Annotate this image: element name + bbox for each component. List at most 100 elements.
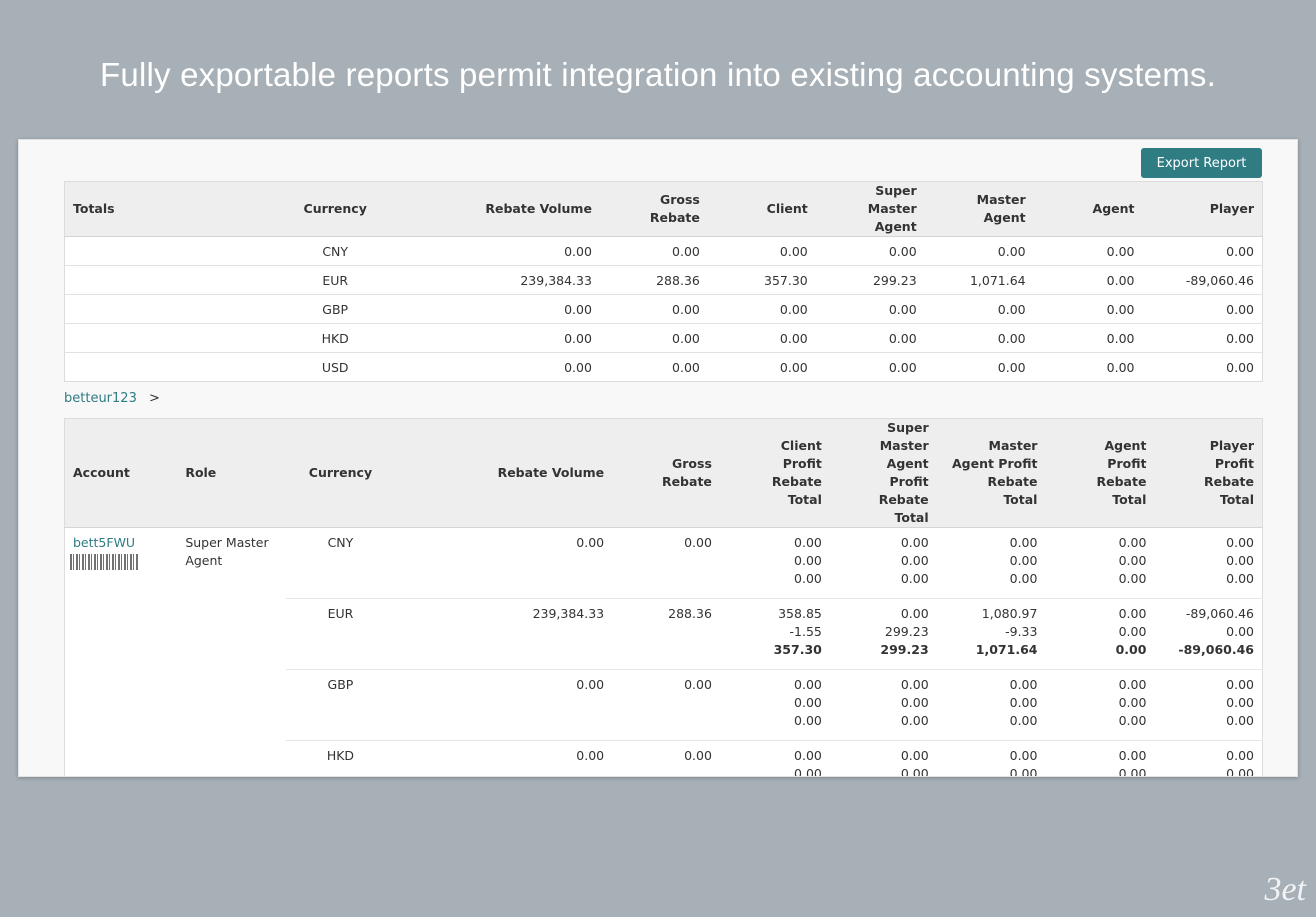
detail-cell-master-agent: 0.00 0.00 0.00 [937, 528, 1046, 599]
detail-header-player: Player Profit Rebate Total [1154, 418, 1263, 528]
totals-cell-player: 0.00 [1142, 323, 1263, 353]
detail-cell-agent: 0.00 0.00 0.00 [1045, 598, 1155, 670]
detail-cell-currency: EUR [286, 598, 395, 670]
totals-cell-master-agent: 1,071.64 [924, 265, 1034, 295]
totals-cell-agent: 0.00 [1033, 323, 1143, 353]
totals-header-row: Totals Currency Rebate Volume Gross Reba… [64, 181, 1263, 237]
detail-value-line: 0.00 [900, 677, 929, 692]
totals-cell-currency: EUR [287, 265, 384, 295]
totals-header-rebate-volume: Rebate Volume [383, 181, 600, 237]
detail-cell-currency: GBP [286, 669, 395, 741]
totals-cell-label [64, 236, 288, 266]
detail-cell-player: 0.00 0.00 [1154, 740, 1263, 776]
totals-cell-client: 357.30 [707, 265, 816, 295]
export-report-button[interactable]: Export Report [1141, 148, 1262, 178]
detail-value-line: 0.00 [794, 571, 822, 586]
detail-header-client: Client Profit Rebate Total [719, 418, 830, 528]
detail-cell-gross-rebate: 288.36 [612, 598, 720, 670]
detail-value-line: 0.00 [794, 713, 822, 728]
detail-value-line: 0.00 [794, 748, 822, 763]
totals-cell-master-agent: 0.00 [924, 294, 1034, 324]
totals-cell-currency: USD [287, 352, 384, 382]
totals-cell-label [64, 352, 288, 382]
detail-cell-rebate-volume: 239,384.33 [394, 598, 613, 670]
detail-cell-super-master-agent: 0.00 0.00 0.00 [830, 528, 937, 599]
detail-header-role: Role [177, 418, 287, 528]
detail-value-line: 0.00 [1226, 624, 1254, 639]
totals-cell-super-master-agent: 0.00 [815, 352, 925, 382]
detail-value-line: 0.00 [794, 766, 822, 777]
detail-cell-currency: HKD [286, 740, 395, 776]
detail-cell-master-agent: 1,080.97 -9.33 1,071.64 [936, 598, 1046, 670]
detail-cell-master-agent: 0.00 0.00 0.00 [936, 669, 1046, 741]
totals-cell-rebate-volume: 0.00 [383, 294, 600, 324]
page-headline: Fully exportable reports permit integrat… [100, 56, 1216, 93]
detail-cell-super-master-agent: 0.00 0.00 0.00 [829, 669, 937, 741]
totals-row: GBP 0.00 0.00 0.00 0.00 0.00 0.00 0.00 [64, 294, 1263, 324]
totals-cell-rebate-volume: 0.00 [383, 323, 600, 353]
totals-cell-gross-rebate: 0.00 [599, 294, 708, 324]
detail-cell-gross-rebate: 0.00 [612, 669, 720, 741]
detail-header-currency: Currency [286, 418, 395, 528]
totals-cell-super-master-agent: 0.00 [815, 236, 925, 266]
detail-cell-agent: 0.00 0.00 0.00 [1045, 528, 1154, 599]
totals-cell-label [64, 265, 288, 295]
detail-value-line: 1,071.64 [975, 642, 1038, 657]
detail-value-line: 0.00 [1118, 553, 1147, 568]
detail-cell-client: 358.85 -1.55 357.30 [719, 598, 830, 670]
totals-cell-rebate-volume: 0.00 [383, 352, 600, 382]
detail-value-line: 0.00 [1226, 695, 1254, 710]
totals-cell-currency: HKD [287, 323, 384, 353]
detail-value-line: 0.00 [1009, 748, 1038, 763]
detail-value-line: 0.00 [1118, 606, 1147, 621]
detail-cell-rebate-volume: 0.00 [394, 669, 613, 741]
breadcrumb-link-betteur123[interactable]: betteur123 [64, 391, 137, 406]
totals-cell-master-agent: 0.00 [924, 352, 1034, 382]
detail-value-line: 0.00 [1118, 571, 1147, 586]
report-panel: Export Report Totals Currency Rebate Vol… [18, 139, 1298, 777]
detail-cell-player: -89,060.46 0.00 -89,060.46 [1154, 598, 1263, 670]
totals-table: Totals Currency Rebate Volume Gross Reba… [64, 181, 1263, 382]
detail-cell-gross-rebate: 0.00 [612, 740, 720, 776]
detail-cell-client: 0.00 0.00 [719, 740, 830, 777]
totals-cell-gross-rebate: 0.00 [599, 323, 708, 353]
detail-value-line: 0.00 [1118, 624, 1147, 639]
detail-value-line: 0.00 [1009, 695, 1038, 710]
detail-value-line: 0.00 [900, 748, 929, 763]
detail-value-line: 0.00 [1118, 766, 1147, 777]
totals-header-currency: Currency [287, 181, 384, 237]
totals-header-super-master-agent: Super Master Agent [815, 181, 925, 237]
totals-cell-player: 0.00 [1142, 236, 1263, 266]
totals-cell-super-master-agent: 0.00 [815, 323, 925, 353]
totals-cell-gross-rebate: 0.00 [599, 236, 708, 266]
detail-value-line: 0.00 [794, 535, 822, 550]
detail-value-line: 0.00 [794, 553, 822, 568]
detail-value-line: 0.00 [794, 695, 822, 710]
totals-cell-gross-rebate: 288.36 [599, 265, 708, 295]
totals-cell-client: 0.00 [707, 236, 816, 266]
detail-value-line: 358.85 [778, 606, 822, 621]
totals-cell-client: 0.00 [707, 352, 816, 382]
detail-value-line: 299.23 [884, 624, 929, 639]
detail-header-account: Account [64, 418, 178, 528]
totals-header-master-agent: Master Agent [924, 181, 1034, 237]
detail-value-line: 299.23 [880, 642, 929, 657]
totals-cell-currency: GBP [287, 294, 384, 324]
totals-cell-label [64, 294, 288, 324]
totals-cell-agent: 0.00 [1033, 352, 1143, 382]
detail-value-line: 0.00 [1226, 713, 1254, 728]
detail-cell-super-master-agent: 0.00 0.00 [829, 740, 937, 777]
detail-value-line: 0.00 [1009, 571, 1038, 586]
totals-cell-agent: 0.00 [1033, 294, 1143, 324]
account-link[interactable]: bett5FWU [73, 534, 169, 552]
detail-value-line: 0.00 [1226, 677, 1254, 692]
detail-table: Account Role Currency Rebate Volume Gros… [64, 418, 1263, 777]
detail-value-line: 0.00 [1009, 713, 1038, 728]
detail-value-line: 0.00 [1118, 748, 1147, 763]
totals-row: CNY 0.00 0.00 0.00 0.00 0.00 0.00 0.00 [64, 236, 1263, 266]
breadcrumb-separator: > [148, 391, 160, 406]
detail-cell-player: 0.00 0.00 0.00 [1154, 669, 1263, 741]
detail-value-line: 0.00 [900, 766, 929, 777]
totals-cell-label [64, 323, 288, 353]
detail-value-line: 0.00 [1118, 695, 1147, 710]
